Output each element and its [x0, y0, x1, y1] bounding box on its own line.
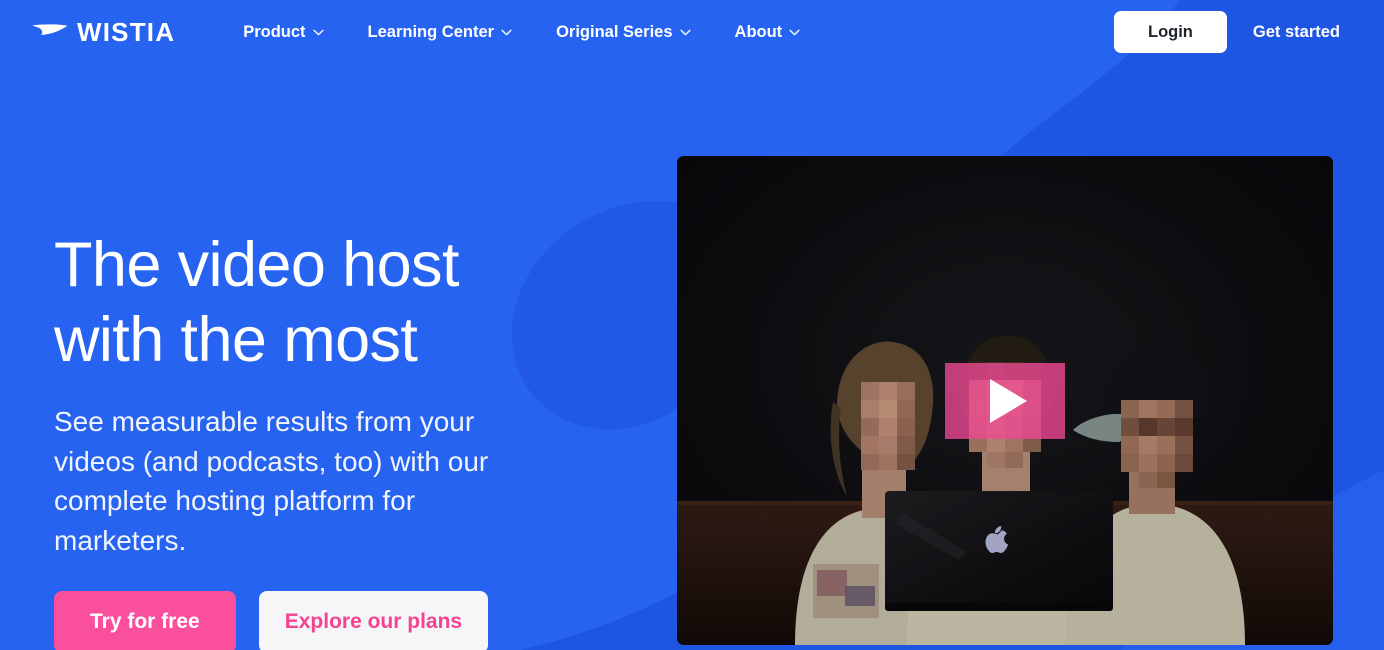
primary-nav: Product Learning Center Original Series [221, 15, 822, 50]
nav-item-original-series[interactable]: Original Series [534, 15, 712, 50]
wistia-wordmark: WISTIA [77, 17, 176, 47]
hero-subheadline: See measurable results from your videos … [54, 405, 489, 557]
site-header: WISTIA Product Learning Center Original … [0, 0, 1384, 64]
page-title: The video host with the most [54, 230, 459, 375]
wistia-logo[interactable]: WISTIA [32, 19, 175, 45]
get-started-button[interactable]: Get started [1235, 11, 1358, 53]
play-button[interactable] [945, 363, 1065, 439]
nav-item-learning-center[interactable]: Learning Center [346, 15, 535, 50]
nav-item-label: Learning Center [367, 22, 495, 41]
nav-item-product[interactable]: Product [221, 15, 345, 50]
nav-item-about[interactable]: About [713, 15, 823, 50]
header-actions: Login Get started [1113, 11, 1358, 53]
chevron-down-icon [312, 29, 324, 36]
hero-cta-row: Try for free Explore our plans [54, 590, 614, 650]
explore-our-plans-button[interactable]: Explore our plans [258, 590, 489, 650]
chevron-down-icon [679, 29, 691, 36]
try-for-free-button[interactable]: Try for free [54, 590, 236, 650]
nav-item-label: About [734, 22, 783, 41]
play-triangle-icon [989, 379, 1027, 423]
hero-copy: The video host with the most See measura… [54, 0, 614, 650]
chevron-down-icon [789, 29, 800, 36]
nav-item-label: Product [243, 22, 306, 41]
login-button[interactable]: Login [1113, 11, 1227, 53]
chevron-down-icon [501, 29, 512, 36]
wistia-swoosh-icon [32, 21, 68, 43]
hero-video-player[interactable] [677, 156, 1333, 645]
nav-item-label: Original Series [556, 22, 673, 41]
